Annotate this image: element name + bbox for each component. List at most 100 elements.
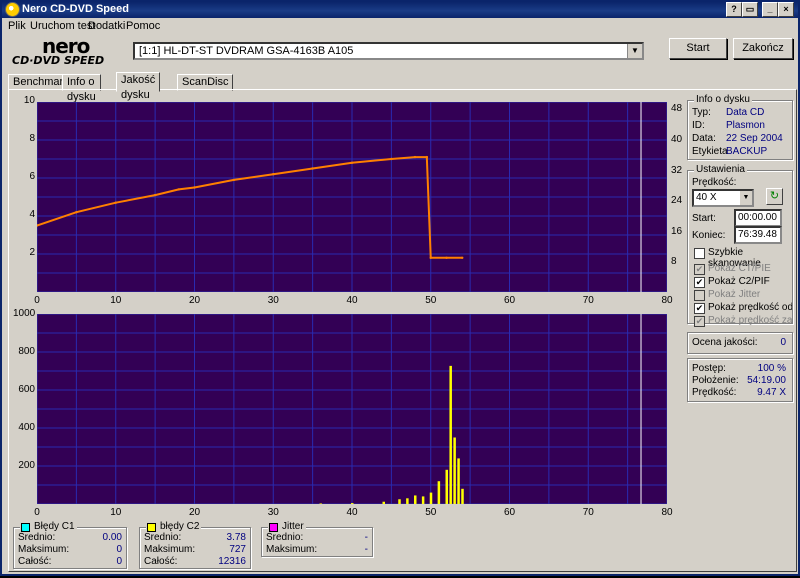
x-tick: 20	[188, 507, 201, 518]
jitter-label: Pokaż Jitter	[708, 289, 761, 300]
write-speed-label: Pokaż prędkość zapisu	[708, 315, 792, 326]
settings-group: Ustawienia Prędkość: 40 X ▼ ↻ Start: 00:…	[687, 164, 793, 327]
c2-error-bar	[414, 495, 417, 504]
read-speed-svg	[35, 101, 668, 293]
speed-select[interactable]: 40 X ▼	[692, 189, 754, 207]
c2-error-bar	[421, 496, 425, 504]
disc-info-title: Info o dysku	[694, 94, 752, 105]
quality-value: 0	[780, 337, 786, 348]
close-button[interactable]: Zakończ	[733, 38, 793, 59]
disc-info-group: Info o dysku Typ: Data CD ID: Plasmon Da…	[687, 94, 793, 160]
close-icon[interactable]: ×	[778, 2, 794, 17]
c2-error-bar	[445, 469, 448, 504]
help-icon[interactable]: ?	[726, 2, 742, 17]
x-tick: 60	[503, 295, 516, 306]
y-right-tick: 16	[671, 226, 683, 237]
c2-error-bar	[398, 499, 401, 504]
menu-bar: Plik Uruchom test Dodatki Pomoc	[2, 18, 798, 34]
c2-errors-group: błędy C2 Średnio: 3.78 Maksimum: 727 Cał…	[139, 521, 251, 569]
jitter-max-value: -	[364, 544, 368, 555]
read-speed-checkbox[interactable]: ✔	[694, 303, 705, 314]
read-speed-point	[413, 155, 417, 159]
read-speed-label: Pokaż prędkość odczytu	[708, 302, 792, 313]
window-title: Nero CD-DVD Speed	[22, 3, 129, 15]
read-speed-point	[445, 256, 448, 259]
nero-logo: nero CD·DVD SPEED	[12, 34, 124, 68]
drive-select[interactable]: [1:1] HL-DT-ST DVDRAM GSA-4163B A105 ▼	[133, 42, 644, 60]
date-value: 22 Sep 2004	[726, 133, 783, 144]
c1-total-value: 0	[116, 556, 122, 567]
c2-max-label: Maksimum:	[144, 544, 196, 555]
c2-error-bar	[457, 458, 460, 504]
x-tick: 0	[34, 295, 40, 306]
type-value: Data CD	[726, 107, 765, 118]
y-tick: 2	[29, 247, 35, 258]
menu-dodatki[interactable]: Dodatki	[88, 20, 125, 32]
read-speed-point	[429, 256, 432, 259]
read-speed-point	[311, 167, 314, 170]
ctpie-label: Pokaż CT/PIE	[708, 263, 771, 274]
end-input[interactable]: 76:39.48	[734, 226, 782, 244]
settings-title: Ustawienia	[694, 164, 747, 175]
write-speed-checkbox[interactable]: ✔	[694, 316, 705, 327]
type-label: Typ:	[692, 107, 711, 118]
ctpie-checkbox[interactable]: ✔	[694, 264, 705, 275]
c1-max-label: Maksimum:	[18, 544, 70, 555]
read-speed-point	[232, 178, 236, 182]
read-speed-point	[272, 173, 275, 176]
c1-avg-label: Średnio:	[18, 532, 56, 543]
c2-error-bar	[382, 501, 385, 504]
c1-swatch	[21, 523, 30, 532]
label-label: Etykieta	[692, 146, 728, 157]
title-bar: Nero CD-DVD Speed ? ▭ _ ×	[2, 0, 798, 18]
c2-error-bar	[437, 481, 441, 504]
id-label: ID:	[692, 120, 705, 131]
read-speed-point	[350, 161, 354, 164]
chevron-down-icon[interactable]: ▼	[740, 191, 752, 205]
y-right-tick: 40	[671, 134, 683, 145]
jitter-checkbox[interactable]	[694, 290, 705, 301]
y-tick: 800	[18, 346, 35, 357]
progress-value: 100 %	[757, 363, 786, 374]
tab-jakosc-dysku[interactable]: Jakość dysku	[116, 72, 161, 101]
menu-plik[interactable]: Plik	[8, 20, 26, 32]
y-tick: 4	[29, 209, 35, 220]
x-tick: 50	[425, 507, 437, 518]
x-tick: 30	[267, 295, 279, 306]
y-tick: 600	[18, 384, 35, 395]
y-right-tick: 32	[671, 165, 683, 176]
start-button[interactable]: Start	[669, 38, 727, 59]
read-speed-point	[177, 188, 180, 191]
c2-error-bar	[453, 437, 456, 504]
c2pif-checkbox[interactable]: ✔	[694, 277, 705, 288]
quick-scan-checkbox[interactable]	[694, 248, 705, 259]
read-speed-point	[75, 211, 78, 214]
jitter-max-label: Maksimum:	[266, 544, 318, 555]
minimize-button[interactable]: _	[762, 2, 778, 17]
start-input[interactable]: 00:00.00	[734, 209, 782, 227]
menu-pomoc[interactable]: Pomoc	[126, 20, 160, 32]
c2-avg-label: Średnio:	[144, 532, 182, 543]
chevron-down-icon[interactable]: ▼	[627, 44, 642, 58]
y-tick: 200	[18, 460, 35, 471]
current-speed-value: 9.47 X	[757, 387, 786, 398]
refresh-icon[interactable]: ↻	[766, 188, 783, 205]
menu-uruchom-test[interactable]: Uruchom test	[30, 20, 95, 32]
current-speed-label: Prędkość:	[692, 387, 737, 398]
position-value: 54:19.00	[747, 375, 786, 386]
c2-error-bar	[461, 488, 464, 504]
c2-errors-svg	[36, 313, 668, 505]
drive-value: [1:1] HL-DT-ST DVDRAM GSA-4163B A105	[139, 45, 354, 57]
y-tick: 400	[18, 422, 35, 433]
read-speed-chart	[35, 101, 668, 293]
read-speed-point	[114, 201, 117, 204]
x-tick: 10	[110, 507, 122, 518]
x-tick: 50	[425, 295, 437, 306]
x-tick: 30	[267, 507, 279, 518]
speed-label: Prędkość:	[692, 177, 737, 188]
logo-bottom: CD·DVD SPEED	[12, 54, 105, 67]
x-tick: 60	[503, 507, 516, 518]
y-right-tick: 8	[671, 256, 677, 267]
restore-icon[interactable]: ▭	[742, 2, 758, 17]
position-label: Położenie:	[692, 375, 739, 386]
